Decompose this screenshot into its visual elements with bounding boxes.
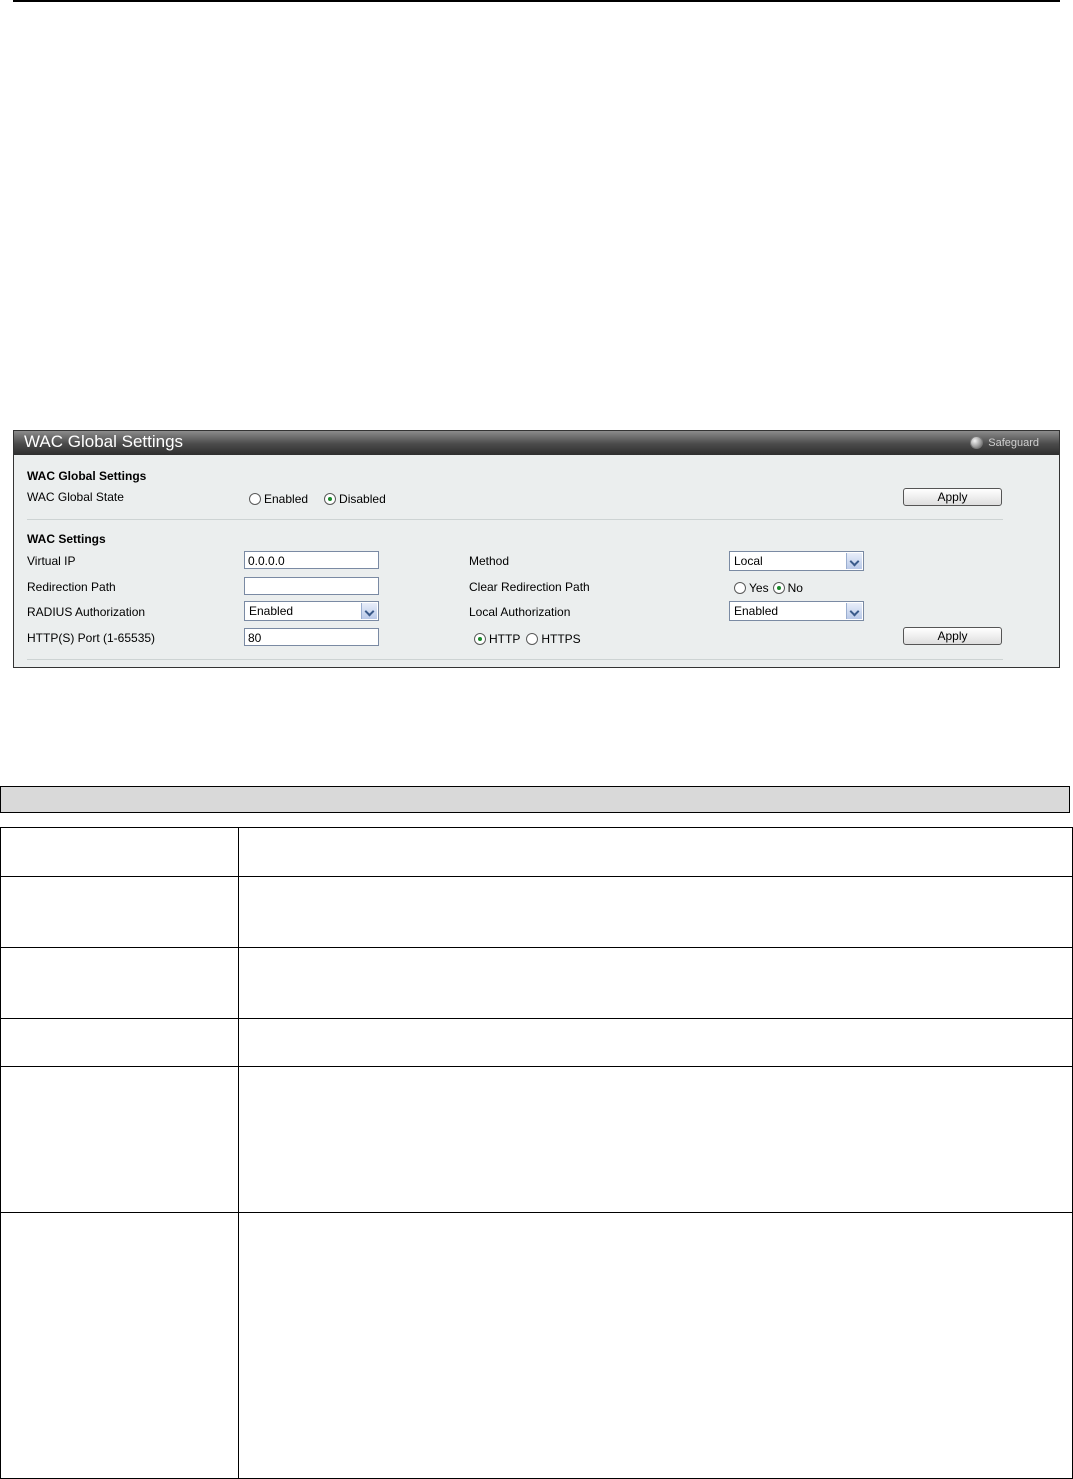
method-value: Local xyxy=(734,554,763,568)
table-cell xyxy=(0,1018,239,1067)
redirection-path-label: Redirection Path xyxy=(27,580,116,594)
yes-radio[interactable] xyxy=(734,582,746,594)
protocol-radios: HTTP HTTPS xyxy=(474,632,597,646)
table-row xyxy=(0,1066,1073,1213)
table-row xyxy=(0,876,1073,948)
port-label: HTTP(S) Port (1-65535) xyxy=(27,631,156,645)
no-radio[interactable] xyxy=(772,582,785,594)
chevron-down-icon[interactable] xyxy=(846,603,862,619)
wac-section-title: WAC Settings xyxy=(27,532,106,546)
wac-global-state-label: WAC Global State xyxy=(27,490,124,504)
disabled-radio-label: Disabled xyxy=(339,492,386,506)
global-apply-button[interactable]: Apply xyxy=(903,488,1002,506)
table-cell xyxy=(0,1212,239,1479)
https-radio-label: HTTPS xyxy=(541,632,581,646)
table-cell xyxy=(0,827,239,877)
table-cell xyxy=(238,1212,1073,1479)
wac-settings-apply-button[interactable]: Apply xyxy=(903,627,1002,645)
disabled-radio[interactable] xyxy=(324,493,337,505)
local-authorization-value: Enabled xyxy=(734,604,779,618)
safeguard-indicator[interactable]: Safeguard xyxy=(970,436,1039,449)
local-authorization-select[interactable]: Enabled xyxy=(729,601,864,621)
table-row xyxy=(0,1018,1073,1067)
wac-global-state-radios: Enabled Disabled xyxy=(249,492,402,506)
clear-redirection-path-label: Clear Redirection Path xyxy=(469,580,590,594)
http-radio[interactable] xyxy=(474,633,486,645)
panel-header: WAC Global Settings Safeguard xyxy=(14,431,1059,455)
local-authorization-label: Local Authorization xyxy=(469,605,571,619)
section-divider xyxy=(27,519,1003,520)
table-row xyxy=(0,827,1073,877)
section-divider xyxy=(27,659,1003,660)
yes-radio-label: Yes xyxy=(749,581,769,595)
table-cell xyxy=(0,947,239,1019)
method-select[interactable]: Local xyxy=(729,551,864,571)
table-cell xyxy=(238,827,1073,877)
page-top-rule xyxy=(13,0,1060,2)
wac-global-settings-panel: WAC Global Settings Safeguard WAC Global… xyxy=(13,430,1060,668)
radius-authorization-select[interactable]: Enabled xyxy=(244,601,379,621)
table-row xyxy=(0,947,1073,1019)
table-header-bar xyxy=(0,786,1070,813)
panel-title: WAC Global Settings xyxy=(24,432,184,451)
no-radio-label: No xyxy=(787,581,803,595)
https-radio[interactable] xyxy=(526,633,539,645)
global-section-title: WAC Global Settings xyxy=(27,469,147,483)
enabled-radio-label: Enabled xyxy=(264,492,309,506)
clear-redirection-path-radios: Yes No xyxy=(734,581,819,595)
radius-authorization-label: RADIUS Authorization xyxy=(27,605,146,619)
port-input[interactable]: 80 xyxy=(244,628,379,646)
table-row xyxy=(0,1212,1073,1479)
safeguard-icon xyxy=(970,436,984,449)
chevron-down-icon[interactable] xyxy=(361,603,377,619)
table-cell xyxy=(0,1066,239,1213)
radius-authorization-value: Enabled xyxy=(249,604,294,618)
description-table xyxy=(0,827,1073,1479)
safeguard-label: Safeguard xyxy=(988,436,1039,449)
method-label: Method xyxy=(469,554,510,568)
virtual-ip-input[interactable]: 0.0.0.0 xyxy=(244,551,379,569)
table-cell xyxy=(238,1018,1073,1067)
redirection-path-input[interactable] xyxy=(244,577,379,595)
http-radio-label: HTTP xyxy=(489,632,521,646)
table-cell xyxy=(238,1066,1073,1213)
table-cell xyxy=(238,876,1073,948)
table-cell xyxy=(238,947,1073,1019)
table-cell xyxy=(0,876,239,948)
enabled-radio[interactable] xyxy=(249,493,261,505)
chevron-down-icon[interactable] xyxy=(846,553,862,569)
virtual-ip-label: Virtual IP xyxy=(27,554,76,568)
